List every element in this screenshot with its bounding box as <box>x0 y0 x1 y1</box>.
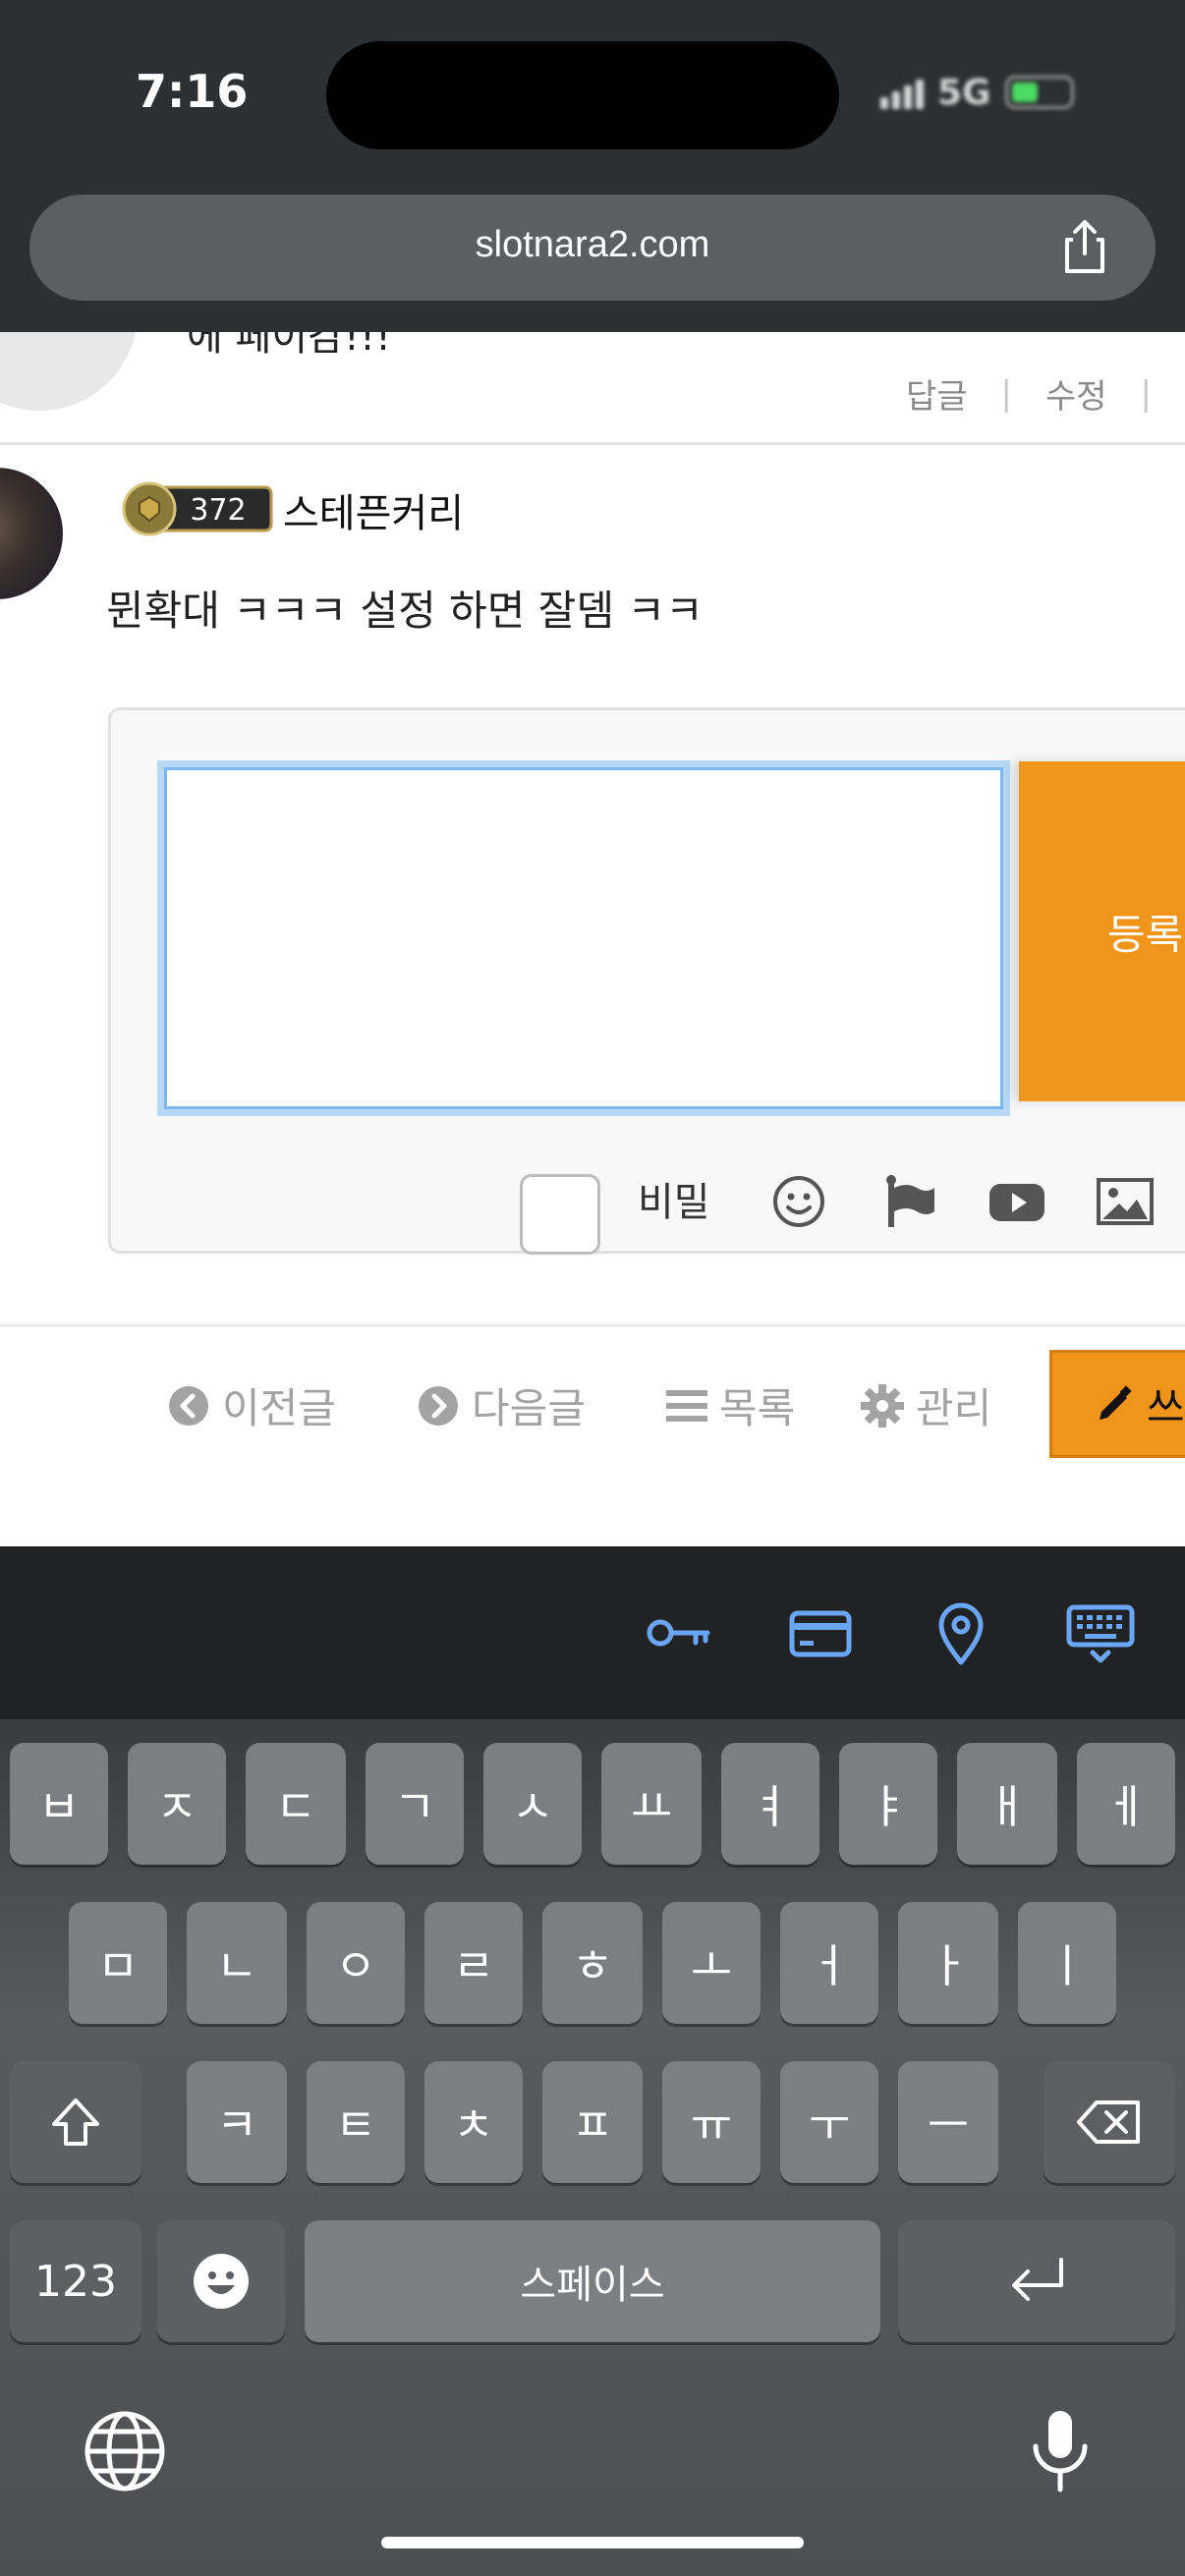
home-indicator[interactable] <box>381 2537 804 2548</box>
list-label: 목록 <box>719 1384 796 1432</box>
key[interactable]: ㅗ <box>662 1902 761 2024</box>
keyboard: ㅂ ㅈ ㄷ ㄱ ㅅ ㅛ ㅕ ㅑ ㅐ ㅔ ㅁ ㄴ ㅇ ㄹ ㅎ ㅗ ㅓ ㅏ ㅣ ㅋ … <box>0 1719 1185 2576</box>
level-badge: 372 <box>122 481 273 536</box>
key[interactable]: ㅕ <box>721 1743 819 1865</box>
web-page: 에 페이감!!! 답글 | 수정 | 372 스테픈커리 뮌확대 ㅋㅋㅋ 설정 … <box>0 332 1185 1546</box>
previous-avatar <box>0 332 138 411</box>
reply-link[interactable]: 답글 <box>906 369 968 418</box>
list-link[interactable]: 목록 <box>666 1375 795 1435</box>
numbers-key[interactable]: 123 <box>10 2220 141 2342</box>
location-pin-icon[interactable] <box>926 1597 996 1668</box>
key[interactable]: ㅜ <box>780 2061 878 2183</box>
manage-link[interactable]: 관리 <box>861 1375 991 1435</box>
return-icon <box>1012 2258 1063 2301</box>
divider <box>0 1324 1185 1327</box>
key[interactable]: ㅈ <box>128 1743 226 1865</box>
image-icon[interactable] <box>1094 1170 1157 1233</box>
key[interactable]: ㅅ <box>483 1743 582 1865</box>
status-indicators: 5G <box>880 71 1074 114</box>
keyboard-accessory-bar <box>0 1546 1185 1719</box>
key[interactable]: ㅋ <box>187 2061 287 2183</box>
key[interactable]: ㅐ <box>957 1743 1057 1865</box>
comment-text: 뮌확대 ㅋㅋㅋ 설정 하면 잘뎀 ㅋㅋ <box>106 587 704 635</box>
username[interactable]: 스테픈커리 <box>283 481 464 538</box>
key[interactable]: ㅇ <box>307 1902 405 2024</box>
secret-label: 비밀 <box>638 1180 710 1225</box>
submit-button[interactable]: 등록 <box>1019 761 1185 1101</box>
key[interactable]: ㅏ <box>898 1902 998 2024</box>
edit-link[interactable]: 수정 <box>1045 369 1107 418</box>
key[interactable]: ㅣ <box>1018 1902 1116 2024</box>
reply-form: 등록 비밀 <box>108 707 1185 1255</box>
key[interactable]: ㅊ <box>424 2061 523 2183</box>
key[interactable]: ㅛ <box>601 1743 702 1865</box>
key[interactable]: ㅌ <box>307 2061 405 2183</box>
signal-icon <box>880 76 924 109</box>
previous-comment-text: 에 페이감!!! <box>187 332 392 360</box>
emoji-icon <box>194 2254 249 2309</box>
key[interactable]: ㅂ <box>10 1743 108 1865</box>
shift-key[interactable] <box>10 2061 141 2183</box>
backspace-icon <box>1077 2100 1140 2144</box>
microphone-icon[interactable] <box>1016 2407 1104 2495</box>
key[interactable]: ㄹ <box>424 1902 523 2024</box>
key[interactable]: ㅍ <box>542 2061 643 2183</box>
emoji-key[interactable] <box>157 2220 285 2342</box>
write-label: 쓰 <box>1147 1382 1185 1431</box>
key-icon[interactable] <box>643 1597 713 1668</box>
next-post-label: 다음글 <box>472 1384 586 1432</box>
network-type: 5G <box>937 72 991 113</box>
space-key[interactable]: 스페이스 <box>305 2220 880 2342</box>
separator: | <box>1140 373 1152 414</box>
key[interactable]: ㅔ <box>1077 1743 1175 1865</box>
comment-actions: 답글 | 수정 | <box>906 369 1185 418</box>
key[interactable]: ㅠ <box>662 2061 761 2183</box>
secret-checkbox[interactable] <box>520 1174 600 1255</box>
key[interactable]: ㅑ <box>839 1743 937 1865</box>
globe-icon[interactable] <box>81 2407 169 2495</box>
address-bar[interactable]: slotnara2.com <box>29 195 1156 301</box>
key[interactable]: ㄱ <box>366 1743 464 1865</box>
key[interactable]: ㅎ <box>542 1902 643 2024</box>
avatar[interactable] <box>0 468 63 599</box>
pencil-icon <box>1100 1385 1132 1420</box>
return-key[interactable] <box>898 2220 1175 2342</box>
manage-label: 관리 <box>916 1384 992 1432</box>
next-post-link[interactable]: 다음글 <box>417 1375 586 1435</box>
separator: | <box>1000 373 1012 414</box>
write-button[interactable]: 쓰 <box>1049 1350 1185 1458</box>
gear-icon <box>861 1383 904 1428</box>
flag-icon[interactable] <box>877 1170 940 1233</box>
key[interactable]: ㄷ <box>246 1743 346 1865</box>
prev-post-link[interactable]: 이전글 <box>167 1375 336 1435</box>
status-time: 7:16 <box>136 65 249 118</box>
battery-icon <box>1004 76 1074 109</box>
key[interactable]: ㅡ <box>898 2061 998 2183</box>
key[interactable]: ㅓ <box>780 1902 878 2024</box>
delete-key[interactable] <box>1044 2061 1175 2183</box>
level-number: 372 <box>190 493 246 528</box>
divider <box>0 442 1185 445</box>
prev-post-label: 이전글 <box>222 1384 336 1432</box>
youtube-icon[interactable] <box>986 1170 1048 1233</box>
chevron-right-circle-icon <box>419 1385 458 1426</box>
reply-textarea[interactable] <box>164 767 1003 1109</box>
credit-card-icon[interactable] <box>784 1597 855 1668</box>
keyboard-dismiss-icon[interactable] <box>1065 1597 1136 1668</box>
dynamic-island <box>326 41 839 149</box>
key[interactable]: ㅁ <box>69 1902 167 2024</box>
share-icon[interactable] <box>1053 216 1116 279</box>
browser-chrome: 7:16 5G slotnara2.com <box>0 0 1185 332</box>
chevron-left-circle-icon <box>169 1385 208 1426</box>
emoji-icon[interactable] <box>767 1170 830 1233</box>
post-navigation: 이전글 다음글 목록 관리 쓰 <box>0 1350 1185 1458</box>
url-text[interactable]: slotnara2.com <box>29 224 1156 266</box>
key[interactable]: ㄴ <box>187 1902 287 2024</box>
shift-icon <box>52 2099 99 2146</box>
list-icon <box>666 1389 707 1422</box>
